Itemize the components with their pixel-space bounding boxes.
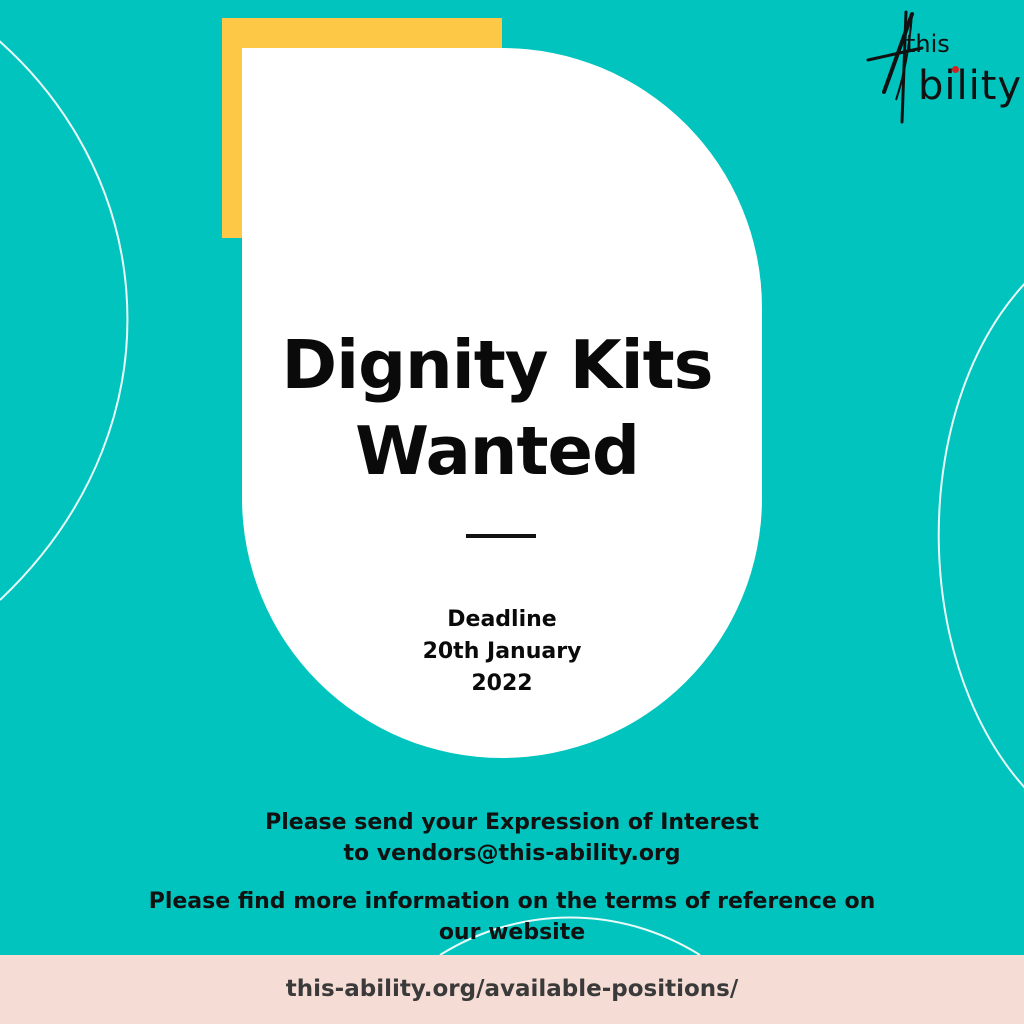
left-arc-line: [0, 40, 129, 601]
deadline-block: Deadline 20th January 2022: [242, 604, 762, 700]
deadline-year: 2022: [471, 671, 533, 696]
footer-url-link[interactable]: this-ability.org/available-positions/: [0, 972, 1024, 1006]
headline-line-2: Wanted: [355, 412, 640, 490]
more-info: Please find more information on the term…: [40, 886, 984, 948]
send-line-2[interactable]: to vendors@this-ability.org: [40, 838, 984, 869]
send-instructions: Please send your Expression of Interest …: [40, 807, 984, 869]
this-ability-logo[interactable]: this bility: [866, 10, 1021, 128]
right-arc-line: [937, 283, 1024, 789]
more-info-line-2: our website: [438, 920, 586, 945]
headline-divider: [466, 534, 536, 538]
logo-red-dot: [952, 66, 959, 73]
deadline-label: Deadline: [447, 607, 557, 632]
send-line-1: Please send your Expression of Interest: [265, 810, 759, 835]
deadline-date: 20th January: [422, 639, 582, 664]
poster: this bility Dignity Kits Wanted Deadline…: [0, 0, 1024, 1024]
logo-word-bility: bility: [918, 63, 1023, 109]
headline-line-1: Dignity Kits: [281, 326, 713, 404]
headline: Dignity Kits Wanted: [242, 322, 752, 494]
more-info-line-1: Please find more information on the term…: [148, 889, 876, 914]
logo-word-this: this: [906, 30, 950, 58]
